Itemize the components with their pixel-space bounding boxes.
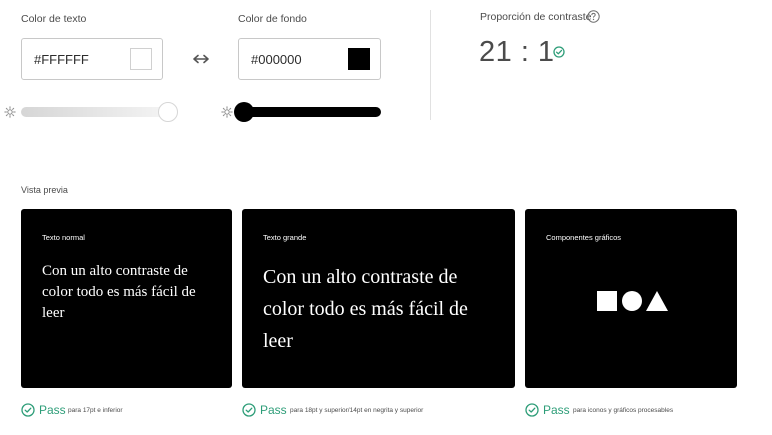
bg-brightness-handle[interactable] xyxy=(234,102,254,122)
help-icon[interactable] xyxy=(587,10,600,23)
pass-description: para 17pt e inferior xyxy=(68,407,123,414)
contrast-ratio-value: 21 : 1 xyxy=(479,36,555,68)
check-circle-icon xyxy=(525,403,539,417)
check-circle-icon xyxy=(242,403,256,417)
text-color-field[interactable]: #FFFFFF xyxy=(21,38,163,80)
pass-graphics: Pass para iconos y gráficos procesables xyxy=(525,403,745,417)
preview-card-graphics: Componentes gráficos xyxy=(525,209,737,388)
bg-color-value[interactable]: #000000 xyxy=(251,52,302,67)
text-brightness-slider[interactable] xyxy=(21,107,169,117)
preview-card-large-text: Texto grande Con un alto contraste de co… xyxy=(242,209,515,388)
pass-label: Pass xyxy=(260,403,287,417)
pass-label: Pass xyxy=(543,403,570,417)
pass-description: para 18pt y superior/14pt en negrita y s… xyxy=(290,407,424,414)
card-title: Texto grande xyxy=(263,233,307,242)
card-title: Componentes gráficos xyxy=(546,233,622,242)
preview-card-normal-text: Texto normal Con un alto contraste de co… xyxy=(21,209,232,388)
graphic-shapes-icon xyxy=(597,291,668,311)
pass-large-text: Pass para 18pt y superior/14pt en negrit… xyxy=(242,403,512,417)
section-divider xyxy=(430,10,431,120)
bg-brightness-slider[interactable] xyxy=(236,107,381,117)
text-color-label: Color de texto xyxy=(21,13,87,25)
swap-colors-icon[interactable] xyxy=(192,52,210,66)
brightness-icon xyxy=(221,106,233,118)
contrast-label: Proporción de contraste xyxy=(480,11,592,23)
normal-text-sample: Con un alto contraste de color todo es m… xyxy=(42,263,196,321)
pass-label: Pass xyxy=(39,403,66,417)
brightness-icon xyxy=(4,106,16,118)
check-circle-icon xyxy=(21,403,35,417)
text-brightness-handle[interactable] xyxy=(158,102,178,122)
pass-description: para iconos y gráficos procesables xyxy=(573,407,674,414)
large-text-sample: Con un alto contraste de color todo es m… xyxy=(263,266,468,352)
card-title: Texto normal xyxy=(42,233,85,242)
text-color-swatch[interactable] xyxy=(130,48,152,70)
bg-color-label: Color de fondo xyxy=(238,13,307,25)
text-color-value[interactable]: #FFFFFF xyxy=(34,52,89,67)
preview-label: Vista previa xyxy=(21,185,68,195)
bg-color-swatch[interactable] xyxy=(348,48,370,70)
pass-normal-text: Pass para 17pt e inferior xyxy=(21,403,221,417)
check-circle-icon xyxy=(553,46,565,58)
bg-color-field[interactable]: #000000 xyxy=(238,38,381,80)
